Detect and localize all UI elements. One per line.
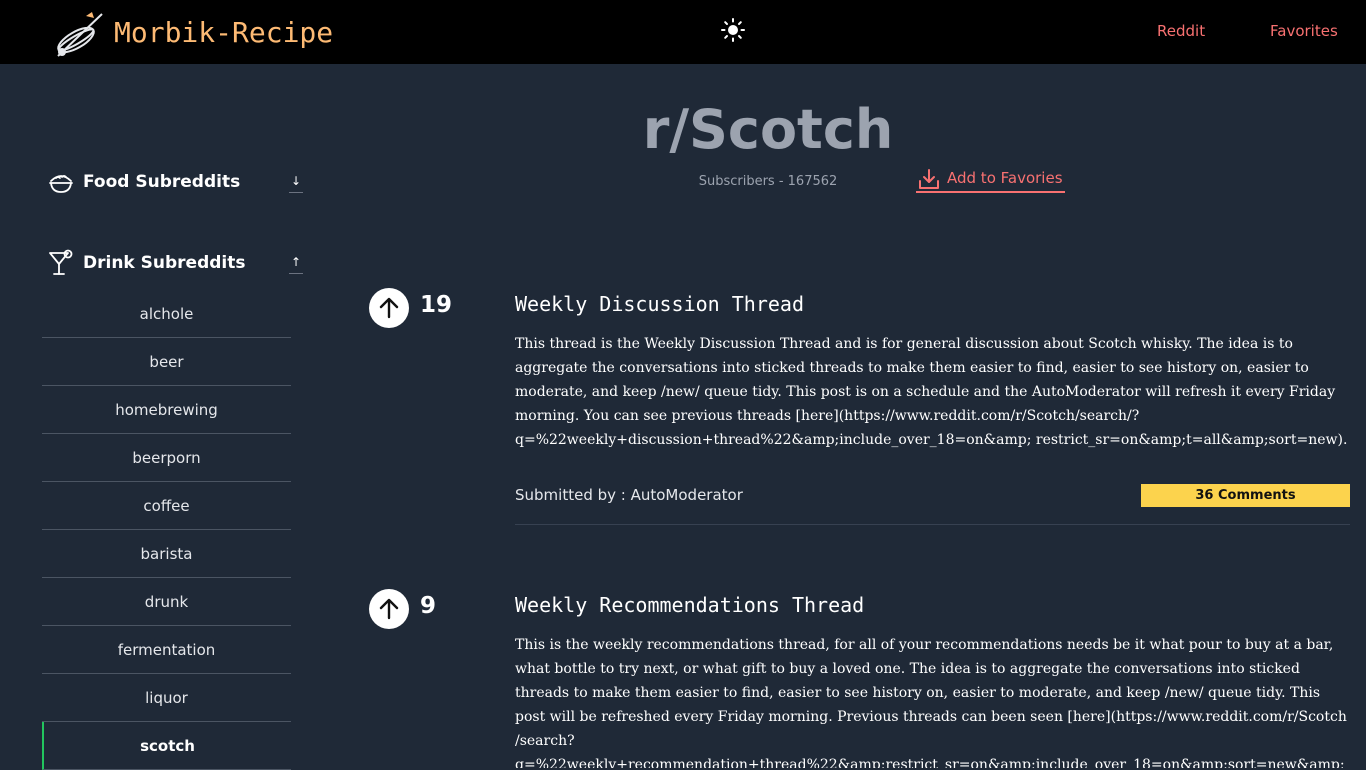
category-drink-subreddits[interactable]: Drink Subreddits ↑: [48, 249, 303, 279]
brand-logo[interactable]: Morbik-Recipe: [52, 10, 334, 60]
category-title: Food Subreddits: [83, 172, 241, 192]
cocktail-icon: [49, 249, 73, 275]
theme-toggle[interactable]: [721, 18, 745, 42]
category-title: Drink Subreddits: [83, 253, 246, 273]
sidebar-item-coffee[interactable]: coffee: [42, 482, 291, 530]
post-card: 9 Weekly Recommendations Thread This is …: [368, 589, 1350, 768]
subscriber-count: Subscribers - 167562: [698, 174, 838, 189]
sidebar-item-drunk[interactable]: drunk: [42, 578, 291, 626]
page-title: r/Scotch: [642, 98, 894, 161]
post-title[interactable]: Weekly Recommendations Thread: [515, 593, 864, 617]
drink-subreddit-list: alchole beer homebrewing beerporn coffee…: [42, 290, 291, 770]
food-bowl-icon: [49, 175, 73, 193]
post-title[interactable]: Weekly Discussion Thread: [515, 292, 804, 316]
arrow-up-icon: [379, 297, 399, 319]
nav-link-reddit[interactable]: Reddit: [1157, 22, 1205, 40]
expand-toggle[interactable]: ↓: [289, 172, 303, 193]
sun-icon: [721, 18, 745, 42]
add-to-favorites-button[interactable]: Add to Favories: [916, 167, 1065, 193]
sidebar-item-barista[interactable]: barista: [42, 530, 291, 578]
sidebar-item-beerporn[interactable]: beerporn: [42, 434, 291, 482]
post-footer: Submitted by : AutoModerator 36 Comments: [515, 484, 1350, 508]
nav-link-favorites[interactable]: Favorites: [1270, 22, 1338, 40]
brand-name: Morbik-Recipe: [114, 16, 334, 49]
collapse-toggle[interactable]: ↑: [289, 253, 303, 274]
sidebar-item-scotch[interactable]: scotch: [42, 722, 291, 770]
post-divider: [515, 524, 1350, 525]
category-food-subreddits[interactable]: Food Subreddits ↓: [48, 168, 303, 198]
add-to-favorites-label: Add to Favories: [947, 169, 1063, 187]
download-icon: [919, 169, 939, 189]
vote-count: 9: [420, 593, 437, 619]
sidebar-item-fermentation[interactable]: fermentation: [42, 626, 291, 674]
post-card: 19 Weekly Discussion Thread This thread …: [368, 288, 1350, 528]
post-author: Submitted by : AutoModerator: [515, 486, 743, 504]
sidebar-item-homebrewing[interactable]: homebrewing: [42, 386, 291, 434]
whisk-spoon-icon: [57, 12, 103, 57]
upvote-button[interactable]: [369, 288, 409, 328]
sidebar-item-alchole[interactable]: alchole: [42, 290, 291, 338]
arrow-up-icon: [379, 598, 399, 620]
post-body: This thread is the Weekly Discussion Thr…: [515, 336, 1348, 448]
sidebar-item-beer[interactable]: beer: [42, 338, 291, 386]
comments-button[interactable]: 36 Comments: [1141, 484, 1350, 507]
top-navbar: Morbik-Recipe Reddit Favorites: [0, 0, 1366, 64]
vote-count: 19: [420, 292, 453, 318]
sidebar-item-liquor[interactable]: liquor: [42, 674, 291, 722]
upvote-button[interactable]: [369, 589, 409, 629]
post-body: This is the weekly recommendations threa…: [515, 637, 1347, 768]
